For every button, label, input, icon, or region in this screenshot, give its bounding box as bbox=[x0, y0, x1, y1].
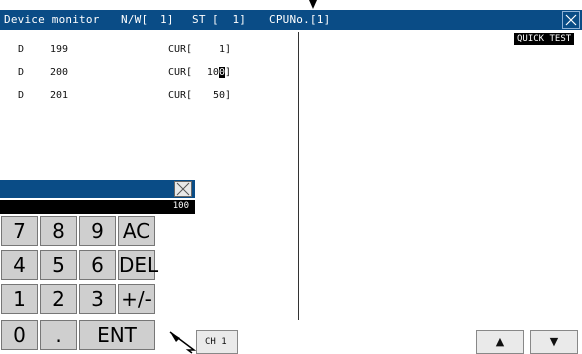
triangle-up-icon[interactable]: ▲ bbox=[476, 330, 524, 354]
network-label: N/W[ bbox=[121, 13, 149, 26]
device-type: D bbox=[18, 90, 25, 101]
pointer-marker-icon bbox=[309, 0, 317, 9]
keypad-header bbox=[0, 180, 195, 198]
key-6[interactable]: 6 bbox=[79, 250, 116, 280]
key-4[interactable]: 4 bbox=[1, 250, 38, 280]
quick-test-badge[interactable]: QUICK TEST bbox=[514, 33, 575, 45]
key-3[interactable]: 3 bbox=[79, 284, 116, 314]
numeric-keypad: 100 7 8 9 AC 4 5 6 DEL 1 2 3 +/- 0 . ENT bbox=[0, 180, 195, 354]
station-value: [ 1] bbox=[212, 13, 247, 26]
keypad-display: 100 bbox=[0, 200, 195, 214]
key-5[interactable]: 5 bbox=[40, 250, 77, 280]
station-label: ST bbox=[192, 13, 206, 26]
value-suffix: ] bbox=[224, 67, 231, 78]
current-value: 50] bbox=[212, 90, 231, 101]
key-0[interactable]: 0 bbox=[1, 320, 38, 350]
device-type: D bbox=[18, 67, 25, 78]
key-enter[interactable]: ENT bbox=[79, 320, 155, 350]
window-title: Device monitor bbox=[4, 13, 100, 26]
key-8[interactable]: 8 bbox=[40, 216, 77, 246]
close-icon[interactable] bbox=[174, 181, 192, 197]
current-value: 1] bbox=[218, 44, 231, 55]
channel-button[interactable]: CH 1 bbox=[196, 330, 238, 354]
cpu-number: CPUNo.[1] bbox=[269, 13, 331, 26]
key-del[interactable]: DEL bbox=[118, 250, 158, 280]
key-2[interactable]: 2 bbox=[40, 284, 77, 314]
device-address: 201 bbox=[50, 90, 69, 101]
key-ac[interactable]: AC bbox=[118, 216, 155, 246]
mouse-cursor-icon bbox=[169, 331, 197, 354]
key-dot[interactable]: . bbox=[40, 320, 77, 350]
keypad-display-value: 100 bbox=[172, 201, 189, 211]
key-1[interactable]: 1 bbox=[1, 284, 38, 314]
current-value-editing[interactable]: 100] bbox=[186, 67, 231, 78]
key-9[interactable]: 9 bbox=[79, 216, 116, 246]
network-value: 1] bbox=[160, 13, 174, 26]
key-7[interactable]: 7 bbox=[1, 216, 38, 246]
key-sign[interactable]: +/- bbox=[118, 284, 155, 314]
value-prefix: 10 bbox=[206, 67, 219, 78]
device-type: D bbox=[18, 44, 25, 55]
triangle-down-icon[interactable]: ▼ bbox=[530, 330, 578, 354]
device-address: 200 bbox=[50, 67, 69, 78]
panel-divider bbox=[298, 32, 299, 320]
device-address: 199 bbox=[50, 44, 69, 55]
close-icon[interactable] bbox=[562, 11, 580, 29]
title-bar: Device monitor N/W[ 1] ST [ 1] CPUNo.[1] bbox=[0, 10, 582, 30]
